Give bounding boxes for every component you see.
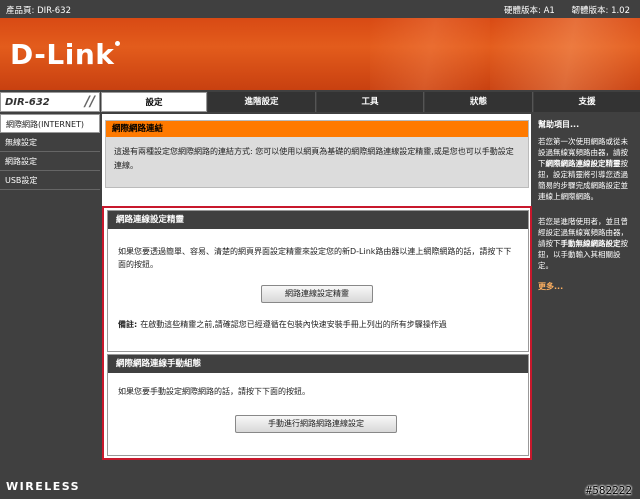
hardware-version: 硬體版本: A1: [504, 6, 555, 16]
logo-dot-icon: [115, 41, 121, 46]
version-info: 硬體版本: A1 韌體版本: 1.02: [490, 4, 630, 16]
help-title: 幫助項目...: [538, 120, 580, 129]
main-tabs: 設定 進階設定 工具 狀態 支援: [101, 92, 640, 112]
logo-text: D-Link: [10, 38, 115, 71]
tab-status[interactable]: 狀態: [425, 92, 533, 112]
tab-support[interactable]: 支援: [534, 92, 640, 112]
manual-panel: 網際網路連線手動組態 如果您要手動設定網際網路的話，請按下下面的按鈕。 手動進行…: [107, 354, 529, 456]
more-link[interactable]: 更多...: [533, 271, 640, 292]
tab-advanced[interactable]: 進階設定: [208, 92, 316, 112]
model-name: DIR-632: [5, 97, 50, 108]
firmware-version: 韌體版本: 1.02: [571, 6, 631, 16]
tab-setup[interactable]: 設定: [101, 92, 207, 112]
wizard-panel: 網路連線設定精靈 如果您要透過簡單、容易、清楚的網頁界面設定精靈來設定您的新D-…: [107, 210, 529, 352]
banner-stripe: [490, 18, 640, 90]
manual-setup-button[interactable]: 手動進行網路網路連線設定: [235, 415, 397, 433]
help-paragraph-1: 若您第一次使用網路或從未設過無線寬頻路由器，請按下網際網路連線設定精靈按鈕，設定…: [533, 130, 640, 202]
top-info-bar: 產品頁: DIR-632 硬體版本: A1 韌體版本: 1.02: [0, 0, 640, 18]
intro-text: 這邊有兩種設定您網際網路的連結方式: 您可以使用以網頁為基礎的網際網路連線設定精…: [114, 147, 514, 170]
manual-description: 如果您要手動設定網際網路的話，請按下下面的按鈕。: [118, 387, 310, 396]
sidebar-item-wireless[interactable]: 無線設定: [0, 133, 100, 152]
sidebar-item-network[interactable]: 網路設定: [0, 152, 100, 171]
brand-banner: D-Link: [0, 18, 640, 90]
tab-tools[interactable]: 工具: [317, 92, 424, 112]
wizard-description: 如果您要透過簡單、容易、清楚的網頁界面設定精靈來設定您的新D-Link路由器以連…: [118, 247, 512, 269]
sidebar-item-internet[interactable]: 網際網路(INTERNET): [0, 114, 100, 133]
model-badge: DIR-632 //: [0, 92, 100, 112]
connection-wizard-button[interactable]: 網路連線設定精靈: [261, 285, 373, 303]
watermark: #582222: [585, 484, 632, 497]
intro-title: 網際網路連結: [106, 121, 528, 137]
help-bold-text: 手動無線網路設定: [560, 239, 621, 248]
footer: WIRELESS #582222: [0, 462, 640, 499]
manual-title: 網際網路連線手動組態: [108, 355, 528, 373]
sidebar: 網際網路(INTERNET) 無線設定 網路設定 USB設定: [0, 114, 100, 460]
intro-section: 網際網路連結 這邊有兩種設定您網際網路的連結方式: 您可以使用以網頁為基礎的網際…: [105, 120, 529, 188]
help-paragraph-2: 若您是進階使用者，並且曾經設定過無線寬頻路由器，請按下手動無線網路設定按鈕，以手…: [533, 202, 640, 271]
note-label: 備註:: [118, 320, 138, 329]
slash-decoration-icon: //: [84, 94, 95, 110]
highlight-box: 網路連線設定精靈 如果您要透過簡單、容易、清楚的網頁界面設定精靈來設定您的新D-…: [102, 206, 532, 460]
main-content: 網際網路連結 這邊有兩種設定您網際網路的連結方式: 您可以使用以網頁為基礎的網際…: [102, 114, 532, 460]
note-text: 在啟動這些精靈之前,請確認您已經遵循在包裝內快速安裝手冊上列出的所有步驟操作過: [140, 320, 447, 329]
wireless-logo: WIRELESS: [6, 480, 81, 493]
product-label: 產品頁: DIR-632: [6, 6, 71, 16]
dlink-logo: D-Link: [10, 38, 121, 71]
sidebar-item-usb[interactable]: USB設定: [0, 171, 100, 190]
wizard-note: 備註: 在啟動這些精靈之前,請確認您已經遵循在包裝內快速安裝手冊上列出的所有步驟操…: [118, 319, 447, 330]
banner-stripe: [370, 18, 490, 90]
wizard-title: 網路連線設定精靈: [108, 211, 528, 229]
help-bold-text: 網際網路連線設定精靈: [545, 159, 621, 168]
help-panel: 幫助項目... 若您第一次使用網路或從未設過無線寬頻路由器，請按下網際網路連線設…: [533, 114, 640, 460]
